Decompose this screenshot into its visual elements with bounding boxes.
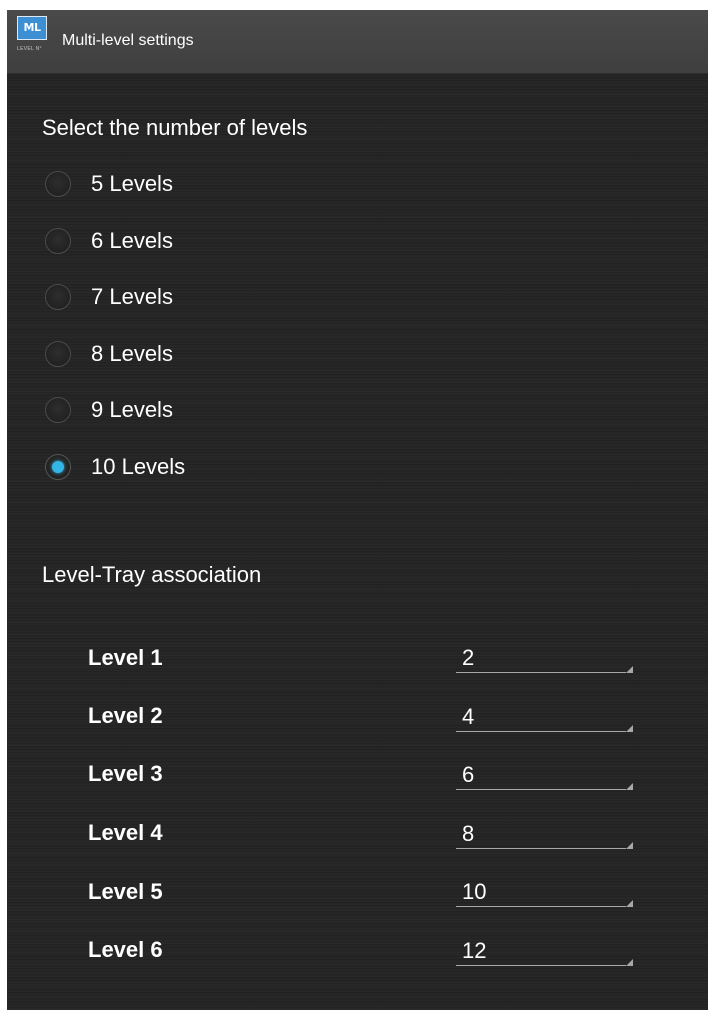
level-4-tray-spinner[interactable]: 8 [456,817,633,853]
level-label: Level 3 [88,761,163,786]
settings-screen: ML LEVEL N° Multi-level settings Select … [7,10,708,1010]
level-label: Level 5 [88,879,163,904]
radio-label: 9 Levels [91,397,173,422]
spinner-dropdown-icon [626,666,633,673]
spinner-underline [456,672,626,673]
level-2-tray-spinner[interactable]: 4 [456,700,633,736]
spinner-value: 6 [462,762,475,787]
action-bar: ML LEVEL N° Multi-level settings [7,10,708,74]
level-3-tray-spinner[interactable]: 6 [456,758,633,794]
spinner-dropdown-icon [626,725,633,732]
level-label: Level 1 [88,645,163,670]
radio-option-5-levels[interactable]: 5 Levels [45,163,345,203]
radio-selected-dot [52,461,64,473]
level-5-tray-spinner[interactable]: 10 [456,875,633,911]
radio-label: 5 Levels [91,171,173,196]
spinner-underline [456,906,626,907]
radio-option-6-levels[interactable]: 6 Levels [45,220,345,260]
tray-section-title: Level-Tray association [42,562,262,587]
level-label: Level 6 [88,937,163,962]
radio-button-checked-icon[interactable] [45,454,71,480]
level-label: Level 2 [88,703,163,728]
spinner-value: 12 [462,938,487,963]
app-title: Multi-level settings [62,32,194,49]
radio-label: 6 Levels [91,228,173,253]
radio-button-icon[interactable] [45,228,71,254]
spinner-value: 4 [462,704,475,729]
spinner-value: 2 [462,645,475,670]
radio-button-icon[interactable] [45,284,71,310]
app-logo-subtext: LEVEL N° [17,46,42,52]
level-6-tray-spinner[interactable]: 12 [456,934,633,970]
radio-option-8-levels[interactable]: 8 Levels [45,333,345,373]
radio-button-icon[interactable] [45,341,71,367]
spinner-value: 8 [462,821,475,846]
radio-option-10-levels[interactable]: 10 Levels [45,446,345,486]
radio-button-icon[interactable] [45,171,71,197]
radio-option-9-levels[interactable]: 9 Levels [45,389,345,429]
levels-section-title: Select the number of levels [42,115,308,140]
spinner-dropdown-icon [626,900,633,907]
spinner-underline [456,789,626,790]
level-label: Level 4 [88,820,163,845]
app-logo-icon[interactable]: ML LEVEL N° [17,16,47,60]
level-1-tray-spinner[interactable]: 2 [456,641,633,677]
app-logo-badge: ML [17,16,47,40]
spinner-dropdown-icon [626,783,633,790]
spinner-underline [456,848,626,849]
spinner-dropdown-icon [626,959,633,966]
spinner-underline [456,965,626,966]
spinner-value: 10 [462,879,487,904]
radio-button-icon[interactable] [45,397,71,423]
radio-option-7-levels[interactable]: 7 Levels [45,276,345,316]
radio-label: 10 Levels [91,454,186,479]
radio-label: 8 Levels [91,341,173,366]
spinner-dropdown-icon [626,842,633,849]
spinner-underline [456,731,626,732]
radio-label: 7 Levels [91,284,173,309]
